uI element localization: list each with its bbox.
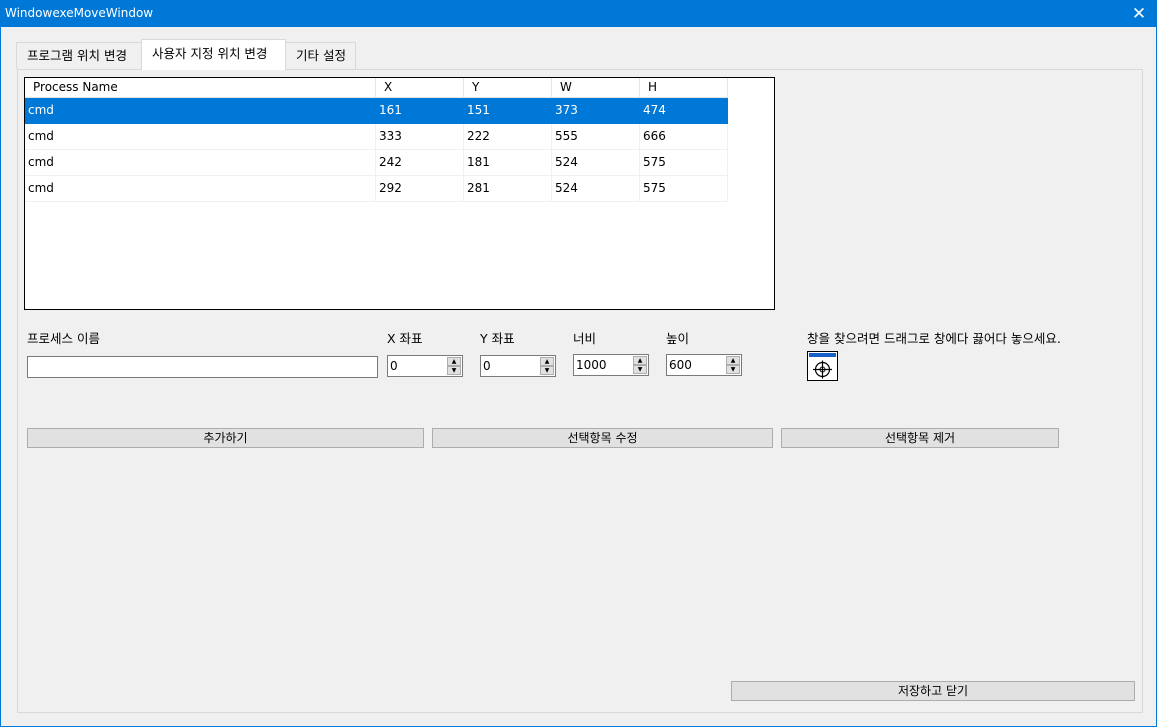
stepper-up-icon[interactable]: ▲ [633, 356, 647, 365]
stepper-value: 1000 [576, 358, 607, 372]
save-and-close-button[interactable]: 저장하고 닫기 [731, 681, 1135, 701]
x-coord-label: X 좌표 [387, 331, 423, 346]
tab-other-settings[interactable]: 기타 설정 [285, 42, 356, 69]
main-window: WindowexeMoveWindow ✕ 프로그램 위치 변경 사용자 지정 … [0, 0, 1157, 727]
cell-process-name: cmd [25, 176, 376, 202]
stepper-value: 600 [669, 358, 692, 372]
stepper-down-icon[interactable]: ▼ [633, 365, 647, 374]
tab-label: 사용자 지정 위치 변경 [152, 46, 268, 61]
cell-h: 474 [640, 98, 728, 124]
cell-y: 281 [464, 176, 552, 202]
stepper-down-icon[interactable]: ▼ [726, 365, 740, 374]
crosshair-icon [813, 360, 832, 379]
table-row[interactable]: cmd 292 281 524 575 [25, 176, 728, 202]
cell-h: 575 [640, 176, 728, 202]
cell-w: 524 [552, 176, 640, 202]
process-name-input[interactable] [27, 356, 378, 378]
column-header-y[interactable]: Y [464, 78, 552, 98]
stepper-down-icon[interactable]: ▼ [447, 366, 461, 375]
cell-x: 333 [376, 124, 464, 150]
stepper-up-icon[interactable]: ▲ [726, 356, 740, 365]
table-row[interactable]: cmd 161 151 373 474 [25, 98, 728, 124]
cell-process-name: cmd [25, 150, 376, 176]
table-row[interactable]: cmd 242 181 524 575 [25, 150, 728, 176]
cell-y: 181 [464, 150, 552, 176]
cell-x: 292 [376, 176, 464, 202]
title-bar[interactable]: WindowexeMoveWindow ✕ [1, 1, 1156, 27]
cell-w: 524 [552, 150, 640, 176]
stepper-value: 0 [483, 359, 491, 373]
y-coord-stepper[interactable]: 0 ▲ ▼ [480, 355, 556, 377]
tab-program-position[interactable]: 프로그램 위치 변경 [16, 42, 142, 69]
window-finder-crosshair-icon[interactable] [807, 351, 838, 381]
height-stepper[interactable]: 600 ▲ ▼ [666, 354, 742, 376]
finder-titlebar [809, 353, 836, 357]
cell-process-name: cmd [25, 98, 376, 124]
height-label: 높이 [666, 331, 690, 346]
finder-hint-label: 창을 찾으려면 드래그로 창에다 끓어다 놓으세요. [807, 331, 1061, 346]
table-row[interactable]: cmd 333 222 555 666 [25, 124, 728, 150]
close-icon[interactable]: ✕ [1122, 1, 1156, 27]
column-header-x[interactable]: X [376, 78, 464, 98]
cell-w: 373 [552, 98, 640, 124]
process-name-label: 프로세스 이름 [27, 331, 100, 346]
stepper-down-icon[interactable]: ▼ [540, 366, 554, 375]
list-header: Process Name X Y W H [25, 78, 728, 98]
process-list[interactable]: Process Name X Y W H cmd 161 151 373 474… [24, 77, 775, 310]
cell-w: 555 [552, 124, 640, 150]
stepper-up-icon[interactable]: ▲ [447, 357, 461, 366]
column-header-w[interactable]: W [552, 78, 640, 98]
cell-h: 666 [640, 124, 728, 150]
stepper-value: 0 [390, 359, 398, 373]
x-coord-stepper[interactable]: 0 ▲ ▼ [387, 355, 463, 377]
cell-y: 151 [464, 98, 552, 124]
width-stepper[interactable]: 1000 ▲ ▼ [573, 354, 649, 376]
cell-h: 575 [640, 150, 728, 176]
column-header-process-name[interactable]: Process Name [25, 78, 376, 98]
edit-selected-button[interactable]: 선택항목 수정 [432, 428, 773, 448]
cell-y: 222 [464, 124, 552, 150]
column-header-h[interactable]: H [640, 78, 728, 98]
tab-custom-position[interactable]: 사용자 지정 위치 변경 [141, 39, 286, 70]
remove-selected-button[interactable]: 선택항목 제거 [781, 428, 1059, 448]
width-label: 너비 [573, 331, 597, 346]
y-coord-label: Y 좌표 [480, 331, 515, 346]
cell-process-name: cmd [25, 124, 376, 150]
window-title: WindowexeMoveWindow [5, 6, 154, 20]
tab-label: 기타 설정 [296, 48, 346, 63]
tab-label: 프로그램 위치 변경 [27, 48, 127, 63]
cell-x: 161 [376, 98, 464, 124]
cell-x: 242 [376, 150, 464, 176]
stepper-up-icon[interactable]: ▲ [540, 357, 554, 366]
add-button[interactable]: 추가하기 [27, 428, 424, 448]
